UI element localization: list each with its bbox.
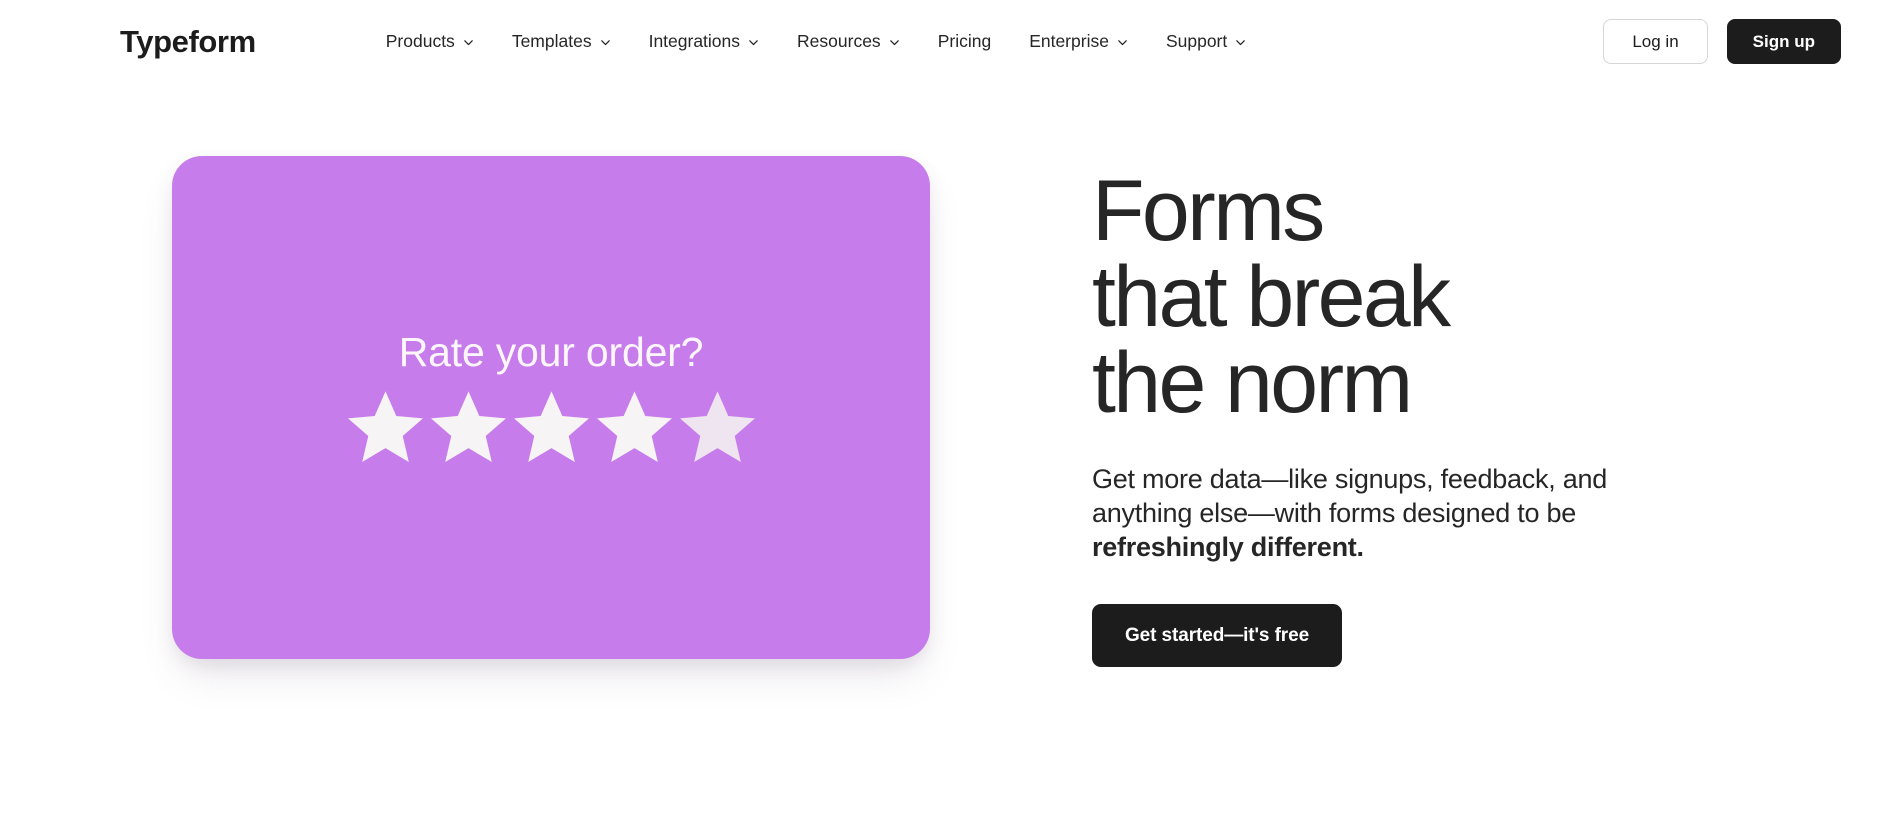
- nav-item-label: Enterprise: [1029, 30, 1109, 51]
- star-rating-option-3[interactable]: [511, 386, 592, 467]
- headline-line: Forms: [1092, 163, 1325, 259]
- chevron-down-icon: [1117, 37, 1128, 48]
- rating-question-text: Rate your order?: [398, 329, 704, 376]
- star-icon: [430, 390, 506, 462]
- nav-item-products[interactable]: Products: [367, 21, 493, 62]
- chevron-down-icon: [748, 37, 759, 48]
- chevron-down-icon: [600, 37, 611, 48]
- chevron-down-icon: [463, 37, 474, 48]
- brand-logo[interactable]: Typeform: [120, 26, 256, 57]
- hero-section: Rate your order? Forms that break the no…: [0, 82, 1891, 668]
- signup-button[interactable]: Sign up: [1726, 18, 1841, 64]
- star-rating[interactable]: [345, 386, 758, 467]
- headline-line: that break: [1092, 249, 1451, 345]
- nav-item-integrations[interactable]: Integrations: [630, 21, 778, 62]
- nav-item-resources[interactable]: Resources: [778, 21, 919, 62]
- hero-visual: Rate your order?: [0, 156, 1092, 659]
- hero-description-emphasis: refreshingly different.: [1092, 532, 1364, 563]
- get-started-button[interactable]: Get started—it's free: [1092, 604, 1343, 668]
- nav-item-label: Integrations: [648, 30, 741, 51]
- nav-item-templates[interactable]: Templates: [493, 21, 630, 62]
- star-rating-option-1[interactable]: [345, 386, 426, 467]
- star-rating-option-5[interactable]: [677, 386, 758, 467]
- nav-item-label: Products: [385, 30, 455, 51]
- chevron-down-icon: [1235, 37, 1246, 48]
- main-navigation: Products Templates Integrations Resource…: [367, 21, 1266, 62]
- star-rating-option-4[interactable]: [594, 386, 675, 467]
- hero-description: Get more data—like signups, feedback, an…: [1092, 462, 1692, 564]
- nav-item-label: Templates: [511, 30, 592, 51]
- star-icon: [513, 390, 589, 462]
- nav-item-label: Resources: [797, 30, 881, 51]
- chevron-down-icon: [889, 37, 900, 48]
- star-icon: [347, 390, 423, 462]
- site-header: Typeform Products Templates Integrations…: [0, 0, 1891, 82]
- nav-item-pricing[interactable]: Pricing: [919, 21, 1011, 62]
- rating-card-content: Rate your order?: [345, 330, 758, 466]
- page-title: Forms that break the norm: [1092, 168, 1792, 426]
- star-icon: [596, 390, 672, 462]
- header-actions: Log in Sign up: [1603, 18, 1841, 64]
- nav-item-label: Support: [1165, 30, 1228, 51]
- nav-item-label: Pricing: [937, 30, 992, 51]
- star-rating-option-2[interactable]: [428, 386, 509, 467]
- headline-line: the norm: [1092, 335, 1413, 431]
- rating-card: Rate your order?: [172, 156, 930, 659]
- hero-description-text: Get more data—like signups, feedback, an…: [1092, 464, 1608, 529]
- hero-copy: Forms that break the norm Get more data—…: [1092, 156, 1792, 668]
- nav-item-support[interactable]: Support: [1147, 21, 1265, 62]
- nav-item-enterprise[interactable]: Enterprise: [1010, 21, 1147, 62]
- star-icon: [679, 390, 755, 462]
- login-button[interactable]: Log in: [1603, 18, 1708, 64]
